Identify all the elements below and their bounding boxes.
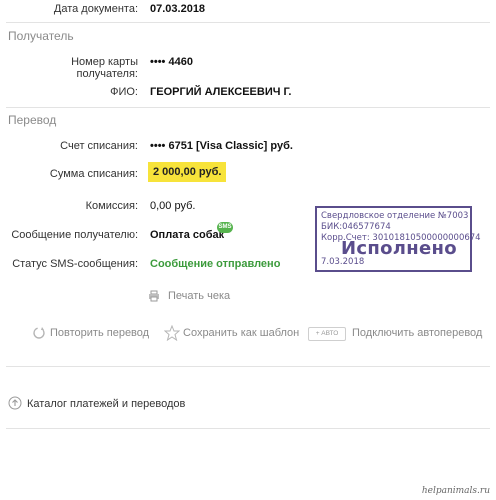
save-template-label: Сохранить как шаблон: [183, 327, 300, 339]
stamp-status: Исполнено: [341, 238, 457, 259]
arrow-up-icon: [8, 396, 22, 410]
printer-icon: [149, 290, 159, 302]
amount-value: 2 000,00 руб.: [148, 162, 227, 182]
bank-stamp: Свердловское отделение №7003 БИК:0465776…: [315, 206, 481, 272]
stamp-date: 7.03.2018: [321, 257, 365, 267]
refresh-icon: [33, 327, 45, 339]
sms-status-value: Сообщение отправлено: [150, 258, 281, 270]
print-receipt-label: Печать чека: [168, 290, 231, 302]
message-value: Оплата собак: [150, 229, 225, 241]
account-value: •••• 6751 [Visa Classic] руб.: [150, 140, 293, 152]
repeat-transfer-label: Повторить перевод: [50, 327, 150, 339]
stamp-bik: БИК:046577674: [321, 222, 391, 232]
divider: [6, 366, 490, 367]
recipient-name-label: ФИО:: [110, 86, 138, 98]
fee-label: Комиссия:: [85, 200, 138, 212]
fee-value: 0,00 руб.: [150, 200, 196, 212]
sms-badge: SMS: [217, 222, 233, 233]
divider: [6, 22, 490, 23]
auto-badge: + АВТО: [308, 327, 346, 341]
recipient-card-value: •••• 4460: [150, 56, 193, 68]
catalog-label: Каталог платежей и переводов: [27, 398, 186, 410]
recipient-card-label: Номер карты получателя:: [71, 56, 138, 80]
recipient-section-title: Получатель: [8, 29, 74, 43]
amount-label: Сумма списания:: [49, 168, 138, 180]
watermark: helpanimals.ru: [421, 486, 490, 496]
document-date-label: Дата документа:: [53, 3, 138, 15]
account-label: Счет списания:: [60, 140, 138, 152]
sms-status-label: Статус SMS-сообщения:: [12, 258, 138, 270]
star-icon: [164, 325, 180, 341]
stamp-branch: Свердловское отделение №7003: [321, 211, 469, 221]
transfer-section-title: Перевод: [8, 113, 57, 127]
document-date-value: 07.03.2018: [150, 3, 206, 15]
recipient-name-value: ГЕОРГИЙ АЛЕКСЕЕВИЧ Г.: [150, 86, 292, 98]
auto-transfer-label: Подключить автоперевод: [352, 327, 483, 339]
divider: [6, 428, 490, 429]
divider: [6, 107, 490, 108]
message-label: Сообщение получателю:: [11, 229, 138, 241]
